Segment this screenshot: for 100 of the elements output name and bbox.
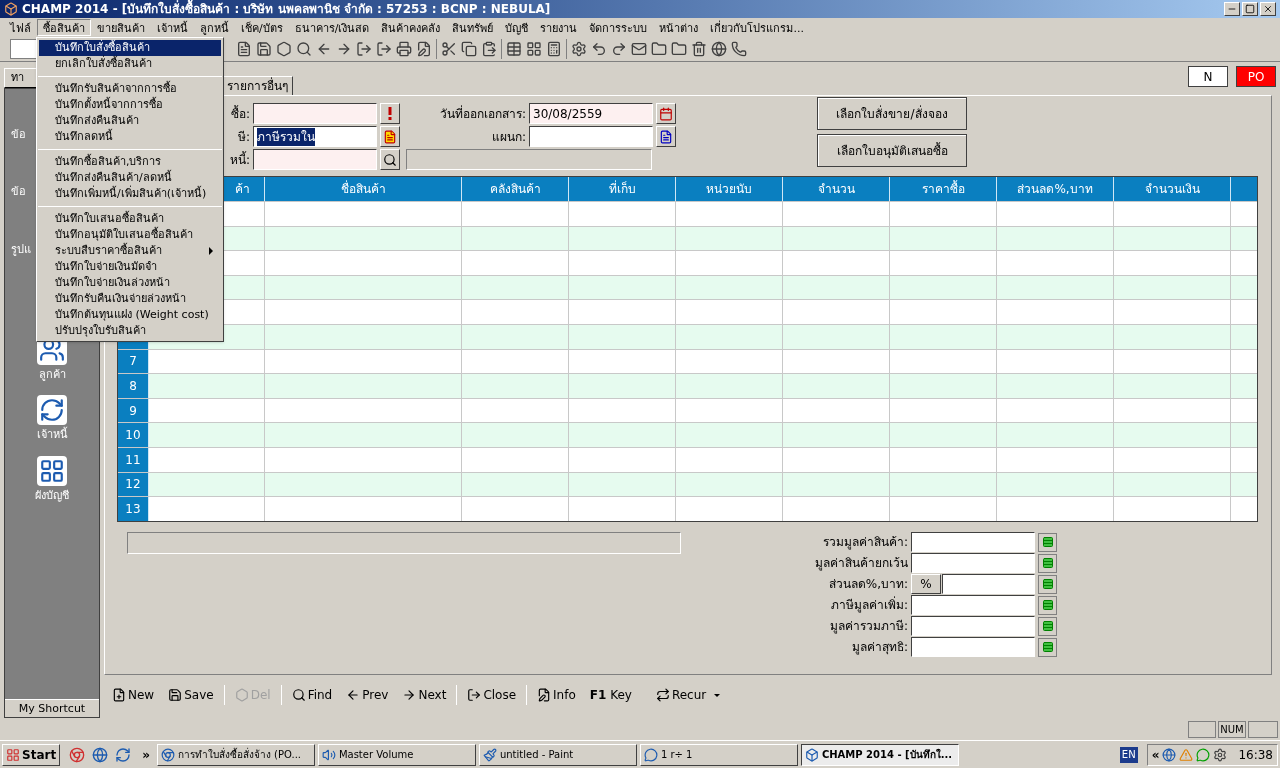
menu-item[interactable]: ซื้อสินค้า — [37, 18, 91, 36]
toolbar-icon[interactable] — [376, 40, 392, 57]
task-button[interactable]: CHAMP 2014 - [บันทึกใ... — [800, 743, 959, 766]
close-button[interactable] — [1260, 2, 1276, 16]
menu-option[interactable]: บันทึกใบสั่งซื้อสินค้า — [39, 40, 221, 56]
toolbar-icon[interactable] — [651, 40, 667, 57]
toolbar-icon[interactable] — [276, 40, 292, 57]
toolbar-icon[interactable] — [506, 40, 522, 57]
text-field[interactable] — [253, 149, 377, 170]
grid-row[interactable]: 8 — [118, 373, 1257, 398]
percent-button[interactable]: % — [911, 574, 941, 595]
toolbar-icon[interactable] — [631, 40, 647, 57]
network-icon[interactable] — [1162, 747, 1177, 762]
browser-icon[interactable] — [69, 746, 86, 763]
calculator-button[interactable] — [1038, 616, 1057, 636]
refresh-icon[interactable] — [115, 746, 132, 763]
toolbar-icon[interactable] — [671, 40, 687, 57]
toolbar-icon[interactable] — [611, 40, 627, 57]
toolbar-button[interactable]: Prev — [342, 684, 393, 706]
total-field[interactable] — [911, 616, 1035, 637]
language-indicator[interactable]: EN — [1119, 746, 1138, 763]
toolbar-icon[interactable] — [396, 40, 412, 57]
shortcut-label[interactable]: ข้อ — [11, 127, 26, 144]
menu-option[interactable]: บันทึกลดหนี้ — [39, 129, 221, 145]
grid-row[interactable]: 9 — [118, 397, 1257, 423]
toolbar-icon[interactable] — [526, 40, 542, 57]
menu-item[interactable]: เจ้าหนี้ — [151, 18, 194, 36]
menu-option[interactable]: บันทึกใบจ่ายเงินมัดจำ — [39, 259, 221, 275]
text-field[interactable]: 30/08/2559 — [529, 103, 653, 124]
shortcut-label[interactable]: ผังบัญชี — [35, 487, 69, 504]
calculator-button[interactable] — [1038, 574, 1057, 594]
calendar-button[interactable] — [656, 103, 676, 124]
toolbar-icon[interactable] — [441, 40, 457, 57]
minimize-button[interactable] — [1224, 2, 1240, 16]
toolbar-icon[interactable] — [296, 40, 312, 57]
toolbar-icon[interactable] — [711, 40, 727, 57]
menu-option[interactable]: บันทึกต้นทุนแฝง (Weight cost) — [39, 307, 221, 323]
toolbar-icon[interactable] — [571, 40, 587, 57]
menu-option[interactable]: บันทึกส่งคืนสินค้า — [39, 113, 221, 129]
toolbar-icon[interactable] — [591, 40, 607, 57]
grid-row[interactable]: 7 — [118, 348, 1257, 374]
menu-option[interactable]: บันทึกรับสินค้าจากการซื้อ — [39, 81, 221, 97]
menu-option[interactable]: บันทึกอนุมัติใบเสนอซื้อสินค้า — [39, 227, 221, 243]
toolbar-button[interactable]: F1 Key — [585, 684, 636, 706]
total-field[interactable] — [911, 637, 1035, 658]
command-field[interactable] — [10, 38, 38, 59]
total-field[interactable] — [911, 595, 1035, 616]
toolbar-icon[interactable] — [416, 40, 432, 57]
total-field[interactable] — [911, 532, 1035, 553]
task-button[interactable]: untitled - Paint — [478, 743, 637, 766]
menu-item[interactable]: เช็ค/บัตร — [235, 18, 289, 36]
grid-row[interactable]: 10 — [118, 422, 1257, 447]
task-button[interactable]: การทำใบสั่งซื้อสั่งจ้าง (PO... — [156, 743, 315, 766]
menu-item[interactable]: หน้าต่าง — [653, 18, 705, 36]
document-button[interactable] — [656, 126, 676, 147]
menu-item[interactable]: รายงาน — [534, 18, 584, 36]
toolbar-icon[interactable] — [546, 40, 562, 57]
discount-field[interactable] — [942, 574, 1035, 595]
menu-item[interactable]: บัญชี — [499, 18, 535, 36]
shortcut-label[interactable]: รูปแ — [11, 242, 31, 259]
toolbar-button[interactable]: Find — [287, 684, 337, 706]
menu-option[interactable]: บันทึกรับคืนเงินจ่ายล่วงหน้า — [39, 291, 221, 307]
shortcut-label[interactable]: ลูกค้า — [38, 366, 66, 383]
toolbar-icon[interactable] — [236, 40, 252, 57]
start-button[interactable]: Start — [2, 743, 61, 766]
menu-option[interactable]: บันทึกตั้งหนี้จากการซื้อ — [39, 97, 221, 113]
search-button[interactable] — [380, 149, 400, 170]
calculator-button[interactable] — [1038, 595, 1057, 615]
toolbar-icon[interactable] — [356, 40, 372, 57]
refresh-icon[interactable] — [37, 395, 67, 425]
toolbar-button[interactable]: Save — [164, 684, 218, 706]
menu-option[interactable]: ปรับปรุงใบรับสินค้า — [39, 323, 221, 339]
menu-item[interactable]: ไฟล์ — [4, 18, 37, 36]
toolbar-icon[interactable] — [691, 40, 707, 57]
menu-item[interactable]: ธนาคาร/เงินสด — [288, 18, 376, 36]
tray-expand-button[interactable]: « — [1151, 745, 1160, 764]
more-button[interactable]: » — [142, 745, 150, 764]
menu-option[interactable]: บันทึกใบเสนอซื้อสินค้า — [39, 211, 221, 227]
menu-option[interactable]: บันทึกซื้อสินค้า,บริการ — [39, 154, 221, 170]
toolbar-icon[interactable] — [481, 40, 497, 57]
toolbar-icon[interactable] — [731, 40, 747, 57]
shortcut-footer[interactable]: My Shortcut — [5, 699, 99, 717]
toolbar-button[interactable]: Recur — [651, 684, 725, 706]
shortcut-label[interactable]: เจ้าหนี้ — [36, 427, 68, 444]
grid-icon[interactable] — [37, 455, 67, 486]
document-button[interactable] — [380, 126, 400, 147]
text-field[interactable] — [529, 126, 653, 147]
toolbar-button[interactable]: Info — [533, 684, 580, 706]
text-field[interactable]: ภาษีรวมใน — [253, 126, 377, 147]
grid-row[interactable]: 13 — [118, 496, 1257, 521]
task-button[interactable]: Master Volume — [317, 743, 476, 766]
settings-icon[interactable] — [1213, 747, 1228, 762]
toolbar-icon[interactable] — [461, 40, 477, 57]
toolbar-button[interactable]: Close — [463, 684, 521, 706]
menu-option[interactable]: ระบบสืบราคาซื้อสินค้า — [39, 243, 221, 259]
grid-row[interactable]: 12 — [118, 471, 1257, 497]
task-button[interactable]: 1 r÷ 1 — [639, 743, 798, 766]
menu-item[interactable]: จัดการระบบ — [583, 18, 654, 36]
select-document-button[interactable]: เลือกใบอนุมัติเสนอซื้อ — [817, 134, 967, 167]
calculator-button[interactable] — [1038, 532, 1057, 552]
